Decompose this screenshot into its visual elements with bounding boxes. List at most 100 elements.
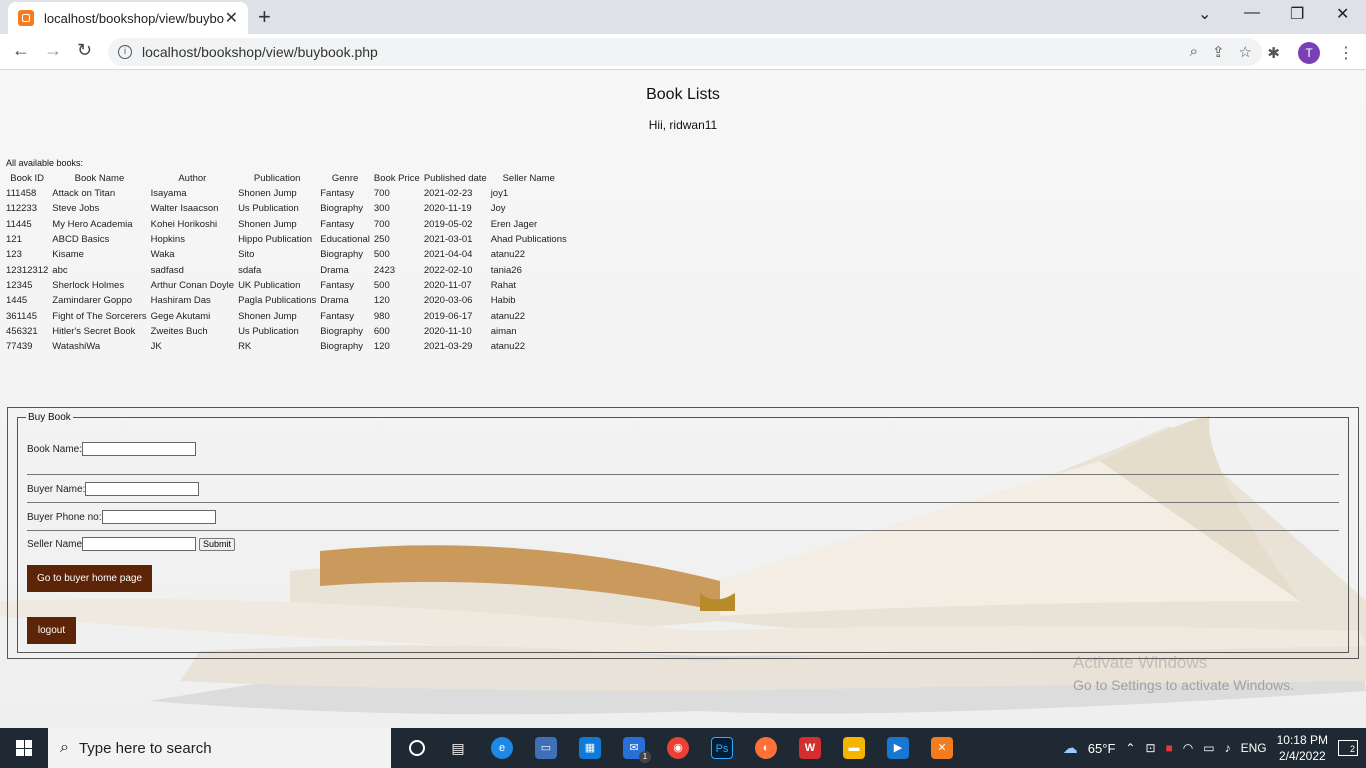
close-window-icon[interactable]: ✕ <box>1336 4 1349 24</box>
table-cell: Us Publication <box>238 203 299 215</box>
table-row: 121 ABCD Basics Hopkins Hippo Publication Ed… <box>4 232 569 247</box>
store-icon[interactable]: ▦ <box>579 737 601 759</box>
table-row: 112233 Steve Jobs Walter Isaacson Us Public… <box>4 201 569 216</box>
weather-icon[interactable]: ☁ <box>1063 739 1078 757</box>
buyer-phone-input[interactable] <box>101 510 216 524</box>
divider <box>27 474 1339 475</box>
mail-badge: 1 <box>639 751 651 763</box>
close-tab-icon[interactable]: ✕ <box>225 8 238 28</box>
back-icon[interactable]: ← <box>12 40 30 61</box>
activate-windows-watermark: Activate Windows <box>1073 653 1208 672</box>
buyer-name-label: Buyer Name: <box>27 483 86 495</box>
notification-center-icon[interactable]: 2 <box>1338 740 1358 756</box>
xampp-icon[interactable]: ✕ <box>931 737 953 759</box>
table-cell: 2021-03-29 <box>423 341 473 353</box>
photoshop-icon[interactable]: Ps <box>711 737 733 759</box>
table-cell: atanu22 <box>490 249 526 261</box>
restore-icon[interactable]: ❐ <box>1290 4 1304 24</box>
seller-name-label: Seller Name <box>27 538 83 550</box>
table-cell: 2020-11-19 <box>423 203 472 215</box>
table-cell: 12312312 <box>6 264 49 276</box>
table-cell: tania26 <box>490 264 522 276</box>
minimize-icon[interactable]: — <box>1244 4 1260 22</box>
wps-icon[interactable]: W <box>799 737 821 759</box>
table-row: 12345 Sherlock Holmes Arthur Conan Doyle UK… <box>4 278 569 293</box>
forward-icon[interactable]: → <box>44 40 62 61</box>
battery-icon[interactable]: ▭ <box>1203 741 1214 755</box>
table-cell: 500 <box>373 249 390 261</box>
file-explorer-icon[interactable]: ▬ <box>843 737 865 759</box>
table-cell: 111458 <box>6 188 37 200</box>
table-cell: Gege Akutami <box>150 310 211 322</box>
clock[interactable]: 10:18 PM 2/4/2022 <box>1277 732 1328 764</box>
network-device-icon[interactable]: ⊡ <box>1145 741 1155 755</box>
buyer-home-button[interactable]: Go to buyer home page <box>27 565 152 592</box>
share-icon[interactable]: ⇪ <box>1212 43 1225 61</box>
buyer-phone-label: Buyer Phone no: <box>27 511 102 523</box>
buyer-name-input[interactable] <box>85 482 200 496</box>
start-button[interactable] <box>0 728 48 768</box>
table-cell: Kisame <box>52 249 84 261</box>
temperature-text[interactable]: 65°F <box>1088 741 1116 756</box>
column-header: Publication <box>253 173 301 184</box>
table-row: 361145 Fight of The Sorcerers Gege Akutami… <box>4 308 569 323</box>
table-cell: ABCD Basics <box>52 234 110 246</box>
seller-name-input[interactable] <box>82 537 197 551</box>
language-indicator[interactable]: ENG <box>1241 741 1267 755</box>
table-cell: Hopkins <box>150 234 185 246</box>
taskbar-search-box[interactable]: ⌕ Type here to search <box>48 728 391 768</box>
media-player-icon[interactable]: ▶ <box>887 737 909 759</box>
column-header: Genre <box>331 173 359 184</box>
mail-icon[interactable]: ✉ 1 <box>623 737 651 763</box>
page-title: Book Lists <box>646 86 720 103</box>
submit-button[interactable]: Submit <box>199 537 236 551</box>
table-cell: 112233 <box>6 203 37 215</box>
wifi-icon[interactable]: ◠ <box>1183 741 1193 755</box>
table-cell: Shonen Jump <box>238 218 297 230</box>
search-placeholder: Type here to search <box>78 739 212 757</box>
table-cell: Ahad Publications <box>490 234 567 246</box>
table-cell: Habib <box>490 295 516 307</box>
table-cell: Pagla Publications <box>238 295 317 307</box>
cortana-icon[interactable] <box>409 740 425 756</box>
firefox-icon[interactable]: ◐ <box>755 737 777 759</box>
table-cell: Shonen Jump <box>238 310 297 322</box>
omnibox[interactable]: i localhost/bookshop/view/buybook.php ⌕ … <box>108 38 1262 66</box>
table-cell: 600 <box>373 325 390 337</box>
table-cell: Educational <box>320 234 370 246</box>
table-row: 123 Kisame Waka Sito Biography 500 2021-04-04 a… <box>4 247 569 262</box>
antivirus-icon[interactable]: ■ <box>1166 741 1173 755</box>
table-cell: WatashiWa <box>52 341 101 353</box>
site-info-icon[interactable]: i <box>118 45 132 59</box>
column-header: Seller Name <box>502 173 555 184</box>
table-cell: 2020-03-06 <box>423 295 473 307</box>
table-cell: Drama <box>320 264 349 276</box>
table-cell: Hashiram Das <box>150 295 211 307</box>
new-tab-icon[interactable]: + <box>258 4 271 30</box>
tray-chevron-icon[interactable]: ⌃ <box>1125 741 1135 755</box>
column-header: Book Name <box>74 173 125 184</box>
task-view-icon[interactable]: ▤ <box>447 737 469 759</box>
book-name-input[interactable] <box>82 442 197 456</box>
reload-icon[interactable]: ↻ <box>77 40 92 61</box>
extensions-icon[interactable]: ✱ <box>1267 44 1280 62</box>
table-cell: 250 <box>373 234 390 246</box>
browser-tab[interactable]: localhost/bookshop/view/buybo ✕ <box>8 2 248 34</box>
pc-icon[interactable]: ▭ <box>535 737 557 759</box>
chrome-icon[interactable]: ◉ <box>667 737 689 759</box>
table-cell: 2021-04-04 <box>423 249 473 261</box>
table-cell: JK <box>150 341 162 353</box>
table-cell: 77439 <box>6 341 33 353</box>
volume-icon[interactable]: ♪ <box>1225 741 1231 755</box>
zoom-icon[interactable]: ⌕ <box>1190 43 1198 61</box>
profile-avatar[interactable]: T <box>1298 42 1320 64</box>
bookmark-star-icon[interactable]: ☆ <box>1239 43 1252 61</box>
edge-icon[interactable]: e <box>491 737 513 759</box>
table-cell: 2019-05-02 <box>423 218 473 230</box>
menu-kebab-icon[interactable]: ⋮ <box>1338 43 1354 63</box>
table-cell: Biography <box>320 325 364 337</box>
tab-search-chevron-icon[interactable]: ⌄ <box>1198 4 1211 24</box>
logout-button[interactable]: logout <box>27 617 76 644</box>
table-header-row: Book ID Book Name Author Publication Genre Bo… <box>4 171 569 186</box>
table-row: 11445 My Hero Academia Kohei Horikoshi Shon… <box>4 217 569 232</box>
